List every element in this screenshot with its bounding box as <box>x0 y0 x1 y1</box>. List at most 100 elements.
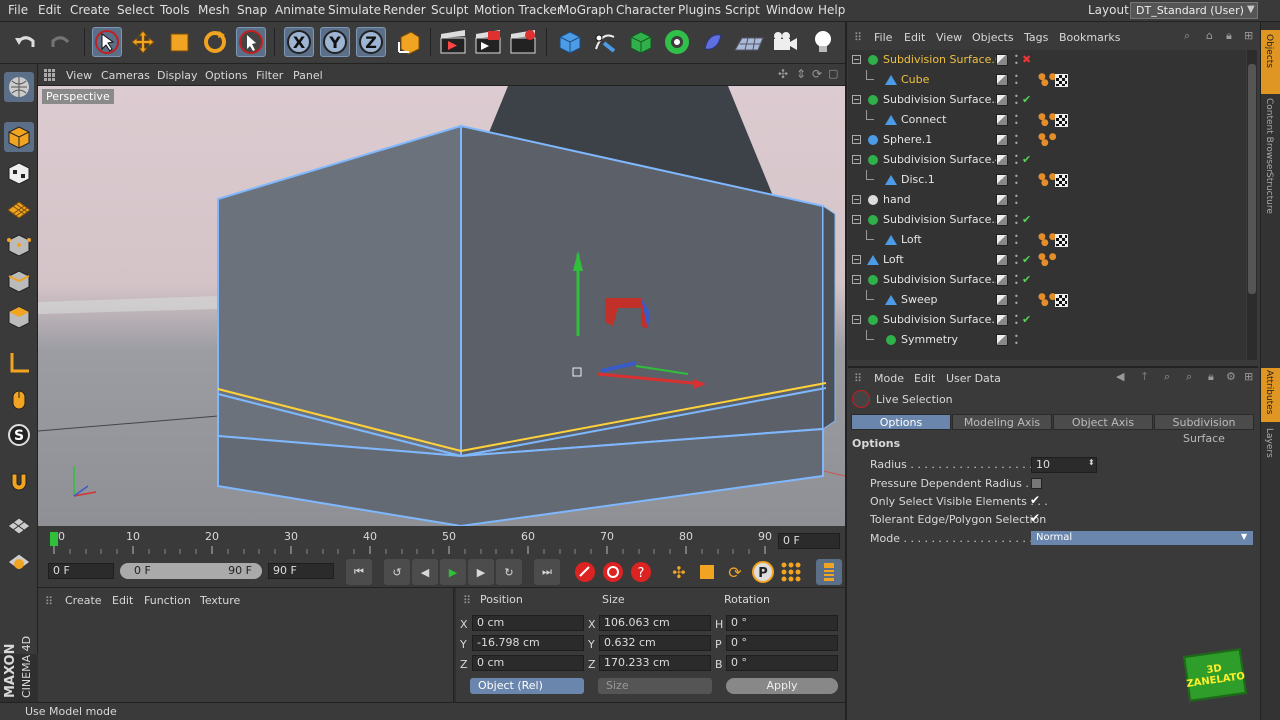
autokey-button[interactable] <box>600 559 626 585</box>
expand-toggle-icon[interactable]: − <box>852 215 861 224</box>
home-icon[interactable]: ⌂ <box>1206 29 1213 42</box>
new-window-icon[interactable]: ⊞ <box>1244 370 1253 383</box>
viewport-zoom-icon[interactable]: ⇕ <box>796 67 806 81</box>
key-scale-button[interactable] <box>694 559 720 585</box>
menu-character[interactable]: Character <box>616 3 675 17</box>
end-frame-field[interactable]: 90 F <box>268 563 334 579</box>
new-window-icon[interactable]: ⊞ <box>1244 29 1253 42</box>
edit-icon[interactable] <box>996 74 1008 86</box>
add-deformer-button[interactable] <box>698 27 728 57</box>
edit-icon[interactable] <box>996 114 1008 126</box>
visibility-dots-icon[interactable]: • • <box>1014 233 1019 248</box>
object-row[interactable]: Disc.1 • • ● ● ● <box>848 170 1246 190</box>
menu-create[interactable]: Create <box>70 3 110 17</box>
objects-menu-tags[interactable]: Tags <box>1024 31 1048 44</box>
texture-tag-icon[interactable] <box>1055 114 1068 127</box>
object-name[interactable]: hand <box>883 190 911 210</box>
back-arrow-icon[interactable]: ◀ <box>1116 370 1124 383</box>
coordinate-mode-select[interactable]: Object (Rel) <box>470 678 584 694</box>
menu-edit[interactable]: Edit <box>38 3 61 17</box>
viewport-rotate-icon[interactable]: ⟳ <box>812 67 822 81</box>
edit-icon[interactable] <box>996 134 1008 146</box>
enable-axis-button[interactable] <box>4 510 34 540</box>
objects-menu-edit[interactable]: Edit <box>904 31 925 44</box>
visible-elements-checkbox[interactable]: ✔ <box>1030 493 1040 507</box>
attributes-menu-user-data[interactable]: User Data <box>946 372 1001 385</box>
keyframe-selection-button[interactable]: ? <box>628 559 654 585</box>
rotation-h-field[interactable]: 0 ° <box>726 615 838 631</box>
enabled-check-icon[interactable]: ✔ <box>1022 250 1031 270</box>
undo-button[interactable] <box>10 27 40 57</box>
menu-simulate[interactable]: Simulate <box>328 3 381 17</box>
visibility-dots-icon[interactable]: • • <box>1014 113 1019 128</box>
expand-toggle-icon[interactable]: − <box>852 275 861 284</box>
size-y-field[interactable]: 0.632 cm <box>599 635 711 651</box>
range-slider[interactable]: 0 F 90 F <box>120 563 262 579</box>
expand-toggle-icon[interactable]: − <box>852 155 861 164</box>
lock-icon[interactable]: 🔒︎ <box>1226 29 1232 43</box>
phong-tag-icon[interactable]: ● ● ● <box>1038 173 1057 188</box>
workplane-mode-button[interactable] <box>4 194 34 224</box>
add-floor-button[interactable] <box>734 27 764 57</box>
object-row[interactable]: Connect • • ● ● ● <box>848 110 1246 130</box>
object-row[interactable]: Symmetry • • <box>848 330 1246 350</box>
texture-tag-icon[interactable] <box>1055 74 1068 87</box>
object-name[interactable]: Subdivision Surface.3 <box>883 210 1002 230</box>
viewport-menu-options[interactable]: Options <box>205 69 247 82</box>
go-to-end-button[interactable]: ⏭ <box>534 559 560 585</box>
side-tab-structure[interactable]: Structure <box>1264 172 1274 214</box>
size-mode-select[interactable]: Size <box>598 678 712 694</box>
menu-file[interactable]: File <box>8 3 28 17</box>
edit-icon[interactable] <box>996 274 1008 286</box>
menu-tools[interactable]: Tools <box>160 3 190 17</box>
recent-tool-button[interactable] <box>236 27 266 57</box>
object-row[interactable]: − Sphere.1 • • ● ● ● <box>848 130 1246 150</box>
expand-toggle-icon[interactable]: − <box>852 135 861 144</box>
menu-window[interactable]: Window <box>766 3 813 17</box>
material-menu-function[interactable]: Function <box>144 594 191 607</box>
object-name[interactable]: Subdivision Surface.6 <box>883 50 1002 70</box>
apply-button[interactable]: Apply <box>726 678 838 694</box>
visibility-dots-icon[interactable]: • • <box>1014 73 1019 88</box>
expand-toggle-icon[interactable]: − <box>852 195 861 204</box>
stepper-icon[interactable]: ⬍ <box>1088 458 1095 467</box>
z-axis-lock-button[interactable]: Z <box>356 27 386 57</box>
edit-icon[interactable] <box>996 334 1008 346</box>
object-name[interactable]: Connect <box>901 110 946 130</box>
make-editable-button[interactable] <box>4 72 34 102</box>
visibility-dots-icon[interactable]: • • <box>1014 273 1019 288</box>
objects-menu-file[interactable]: File <box>874 31 892 44</box>
position-z-field[interactable]: 0 cm <box>472 655 584 671</box>
side-tab-content-browser[interactable]: Content Browser <box>1264 98 1274 173</box>
side-tab-layers[interactable]: Layers <box>1264 428 1274 458</box>
disabled-icon[interactable]: ✖ <box>1022 50 1031 70</box>
size-z-field[interactable]: 170.233 cm <box>599 655 711 671</box>
object-row[interactable]: − hand • • <box>848 190 1246 210</box>
menu-help[interactable]: Help <box>818 3 845 17</box>
edit-icon[interactable] <box>996 194 1008 206</box>
object-name[interactable]: Loft <box>883 250 904 270</box>
edit-icon[interactable] <box>996 294 1008 306</box>
expand-toggle-icon[interactable]: − <box>852 315 861 324</box>
axis-mode-button[interactable] <box>4 348 34 378</box>
scale-tool-button[interactable] <box>164 27 194 57</box>
edit-icon[interactable] <box>996 54 1008 66</box>
texture-mode-button[interactable] <box>4 158 34 188</box>
object-row[interactable]: − Subdivision Surface.3 • • ✔ <box>848 210 1246 230</box>
add-camera-button[interactable] <box>770 27 800 57</box>
object-row[interactable]: Loft • • ● ● ● <box>848 230 1246 250</box>
object-name[interactable]: Subdivision Surface.2 <box>883 270 1002 290</box>
texture-tag-icon[interactable] <box>1055 174 1068 187</box>
rotate-tool-button[interactable] <box>200 27 230 57</box>
search-icon[interactable]: ⌕ <box>1184 29 1190 43</box>
render-picture-viewer-button[interactable] <box>473 27 503 57</box>
mode-select[interactable]: Normal <box>1031 531 1253 545</box>
add-array-button[interactable] <box>662 27 692 57</box>
search-icon[interactable]: ⌕ <box>1186 370 1192 384</box>
edit-icon[interactable] <box>996 94 1008 106</box>
viewport-menu-panel[interactable]: Panel <box>293 69 323 82</box>
tolerant-selection-checkbox[interactable]: ✔ <box>1030 511 1040 525</box>
viewport-menu-filter[interactable]: Filter <box>256 69 283 82</box>
object-row[interactable]: Cube • • ● ● ● <box>848 70 1246 90</box>
edit-icon[interactable] <box>996 234 1008 246</box>
